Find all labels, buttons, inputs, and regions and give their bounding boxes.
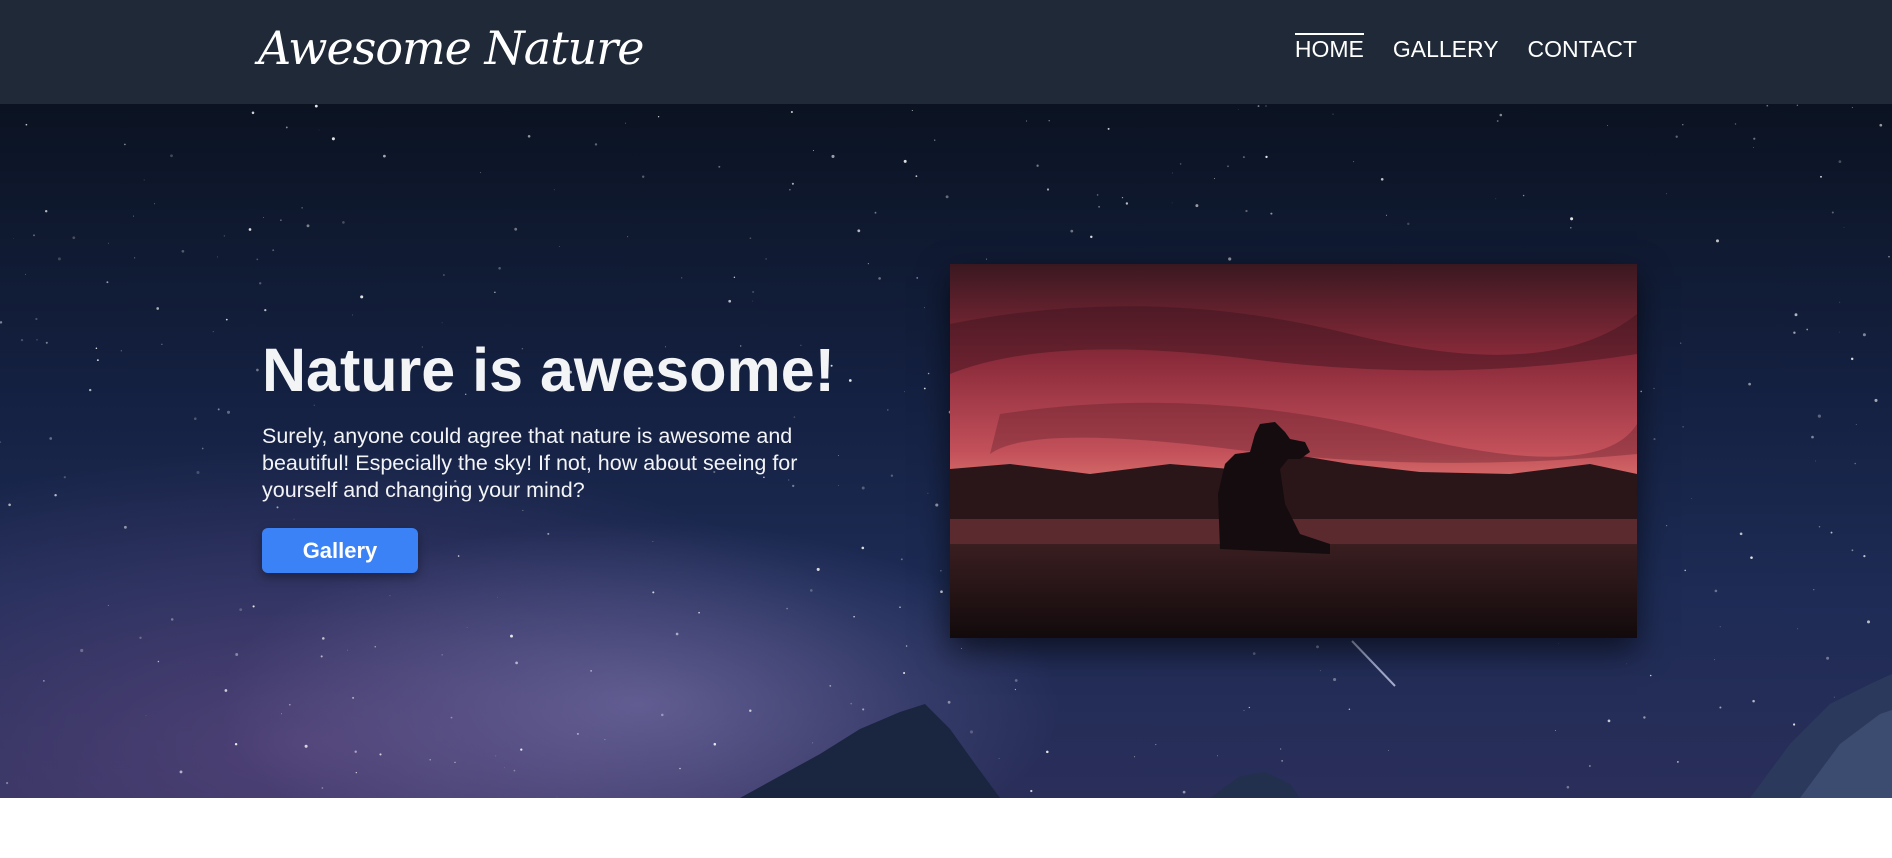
sunset-photo (950, 264, 1637, 638)
sunset-silhouette-image (950, 264, 1637, 638)
hero-description: Surely, anyone could agree that nature i… (262, 424, 798, 502)
page-bottom (0, 798, 1892, 858)
site-logo[interactable]: Awesome Nature (258, 18, 645, 78)
nav-link-contact[interactable]: CONTACT (1528, 34, 1637, 64)
nav-link-gallery[interactable]: GALLERY (1393, 34, 1499, 64)
navbar: Awesome Nature HOME GALLERY CONTACT (0, 0, 1892, 104)
nav-menu: HOME GALLERY CONTACT (1294, 33, 1637, 64)
gallery-button[interactable]: Gallery (262, 528, 418, 573)
hero-title: Nature is awesome! (262, 336, 835, 404)
nav-link-home[interactable]: HOME (1294, 33, 1364, 64)
hero-section: Nature is awesome! Surely, anyone could … (0, 104, 1892, 798)
